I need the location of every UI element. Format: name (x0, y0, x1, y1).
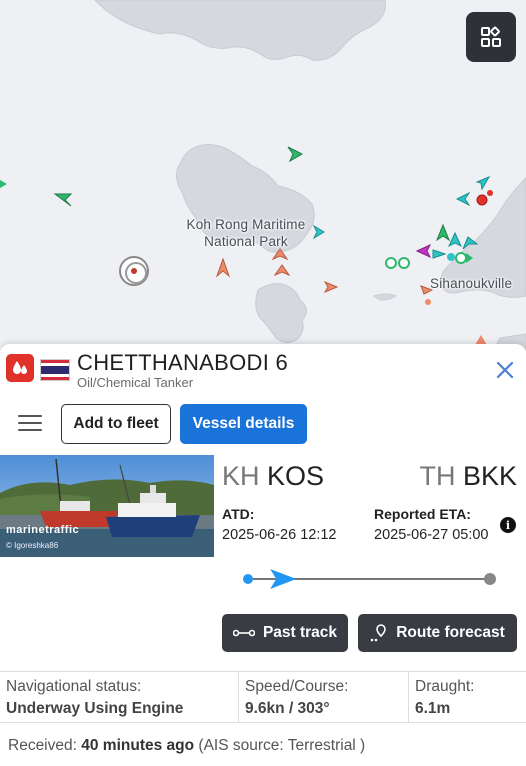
eta-value: 2025-06-27 05:00 (374, 527, 489, 543)
vessel-marker-icon[interactable] (286, 146, 304, 162)
vessel-marker-icon[interactable] (456, 192, 470, 206)
hamburger-icon-line (18, 429, 42, 431)
vessel-details-button[interactable]: Vessel details (180, 404, 307, 444)
vessel-marker-icon[interactable] (53, 192, 73, 208)
atd-label: ATD: (222, 506, 255, 522)
vessel-marker-icon[interactable] (0, 178, 8, 190)
atd-value: 2025-06-26 12:12 (222, 527, 337, 543)
departure-country: KH (222, 461, 260, 491)
eta-label: Reported ETA: (374, 506, 471, 522)
map-label-city: Sihanoukville (430, 276, 513, 291)
progress-destination-dot (484, 573, 496, 585)
vessel-marker-icon[interactable] (474, 188, 496, 208)
vessel-info-panel: CHETTHANABODI 6 Oil/Chemical Tanker Add … (0, 344, 526, 766)
speed-course-value: 9.6kn / 303° (245, 700, 330, 717)
hamburger-icon-line (18, 415, 42, 417)
layers-grid-icon (481, 26, 501, 47)
vessel-marker-icon[interactable] (274, 264, 290, 276)
photo-credit: © Igoreshka86 (6, 541, 59, 550)
vessel-marker-icon[interactable] (462, 236, 478, 250)
selected-vessel-target-icon[interactable] (119, 256, 149, 286)
map-land (94, 0, 526, 350)
map-view[interactable]: Koh Rong Maritime National Park Sihanouk… (0, 0, 526, 350)
past-track-button[interactable]: Past track (222, 614, 348, 652)
vessel-photo[interactable]: marinetraffic © Igoreshka86 (0, 455, 214, 557)
flag-thailand-icon (40, 359, 70, 381)
hamburger-icon-line (18, 422, 42, 424)
close-button[interactable] (492, 357, 518, 383)
received-age: 40 minutes ago (81, 737, 195, 754)
map-label-park: Koh Rong Maritime National Park (186, 217, 306, 249)
vessel-stats: Navigational status: Underway Using Engi… (0, 671, 526, 723)
vessel-marker-icon[interactable] (324, 280, 338, 294)
vessel-marker-icon[interactable] (448, 232, 462, 248)
nav-status-value: Underway Using Engine (6, 700, 184, 717)
route-forecast-button[interactable]: Route forecast (358, 614, 517, 652)
received-info: Received: 40 minutes ago (AIS source: Te… (8, 737, 365, 755)
layers-button[interactable] (466, 12, 516, 62)
speed-course-cell: Speed/Course: 9.6kn / 303° (238, 672, 408, 722)
tanker-drop-icon (6, 354, 34, 382)
vessel-marker-icon[interactable] (384, 256, 412, 270)
destination-port: TH BKK (419, 461, 517, 492)
speed-course-label: Speed/Course: (245, 678, 349, 695)
vessel-type: Oil/Chemical Tanker (77, 375, 194, 390)
destination-port-code: BKK (462, 461, 517, 491)
track-icon (232, 629, 255, 637)
progress-origin-dot (243, 574, 253, 584)
departure-port: KH KOS (222, 461, 324, 492)
nav-status-cell: Navigational status: Underway Using Engi… (0, 672, 238, 722)
ais-source: (AIS source: Terrestrial ) (198, 737, 366, 754)
route-forecast-label: Route forecast (396, 624, 505, 641)
draught-cell: Draught: 6.1m (408, 672, 526, 722)
draught-label: Draught: (415, 678, 475, 695)
past-track-label: Past track (262, 624, 338, 641)
route-pin-icon (370, 624, 387, 642)
menu-button[interactable] (14, 410, 46, 438)
voyage-progress-bar (243, 569, 496, 589)
destination-country: TH (419, 461, 456, 491)
vessel-marker-icon[interactable] (214, 258, 232, 278)
vessel-header: CHETTHANABODI 6 Oil/Chemical Tanker (0, 344, 526, 392)
received-prefix: Received: (8, 737, 77, 754)
departure-port-code: KOS (267, 461, 325, 491)
vessel-marker-icon[interactable] (312, 224, 326, 240)
photo-brand-watermark: marinetraffic (6, 524, 80, 536)
close-icon (496, 361, 514, 379)
add-to-fleet-button[interactable]: Add to fleet (61, 404, 171, 444)
vessel-name: CHETTHANABODI 6 (77, 350, 289, 375)
nav-status-label: Navigational status: (6, 678, 142, 695)
vessel-marker-icon[interactable] (444, 250, 474, 266)
draught-value: 6.1m (415, 700, 451, 717)
info-icon[interactable]: i (500, 517, 516, 533)
